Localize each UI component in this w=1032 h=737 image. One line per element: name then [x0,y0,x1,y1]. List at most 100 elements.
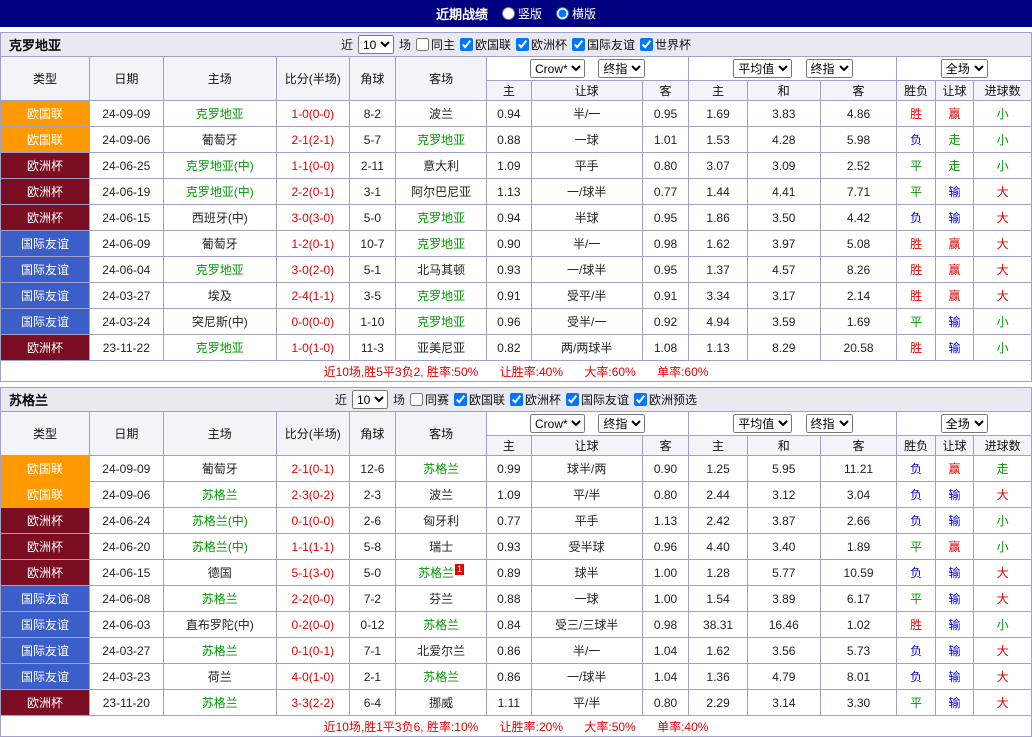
home-team-link[interactable]: 克罗地亚 [162,100,277,127]
away-team-link[interactable]: 苏格兰 [395,611,488,638]
competition-filter[interactable]: 欧国联 [459,36,511,53]
home-team-link[interactable]: 荷兰 [162,663,277,690]
same-home-filter[interactable]: 同主 [415,36,455,53]
home-team-link[interactable]: 克罗地亚 [162,334,277,361]
competition-filter[interactable]: 欧洲杯 [516,36,567,53]
match-count-select[interactable]: 10 [351,390,388,409]
same-competition-checkbox[interactable] [409,393,423,406]
away-team-link[interactable]: 挪威 [395,689,488,716]
home-team-link[interactable]: 葡萄牙 [162,455,277,482]
avg-away-odds: 8.01 [819,663,898,690]
corner-score: 12-6 [348,455,397,482]
away-team-link[interactable]: 苏格兰 [395,663,488,690]
competition-filter-checkbox[interactable] [634,393,648,406]
away-team-link[interactable]: 苏格兰 [395,455,488,482]
away-team-link[interactable]: 克罗地亚 [395,126,488,153]
handicap-line: 平/半 [530,689,643,716]
home-team-link[interactable]: 苏格兰 [162,637,277,664]
match-count-select[interactable]: 10 [357,35,394,54]
odds-final-select[interactable]: 终指 [598,414,646,433]
competition-filter[interactable]: 欧国联 [453,391,505,408]
match-score: 3-0(2-0) [275,256,350,283]
away-team-link[interactable]: 北爱尔兰 [395,637,488,664]
competition-filter[interactable]: 欧洲杯 [510,391,561,408]
vertical-radio[interactable] [501,7,515,20]
home-team-link[interactable]: 突尼斯(中) [162,308,277,335]
avg-select[interactable]: 平均值 [733,59,793,78]
home-team-link[interactable]: 克罗地亚 [162,256,277,283]
home-team-link[interactable]: 葡萄牙 [162,230,277,257]
competition-type: 欧洲杯 [0,152,90,179]
match-date: 24-06-15 [88,559,164,586]
result: 负 [896,663,936,690]
match-row: 国际友谊 24-06-08 苏格兰 2-2(0-0) 7-2 芬兰 0.88 一球 1.00 1.… [0,585,1032,612]
match-score: 1-0(0-0) [275,100,350,127]
match-row: 国际友谊 24-03-27 埃及 2-4(1-1) 3-5 克罗地亚 0.91 受平/半 0.9… [0,282,1032,309]
handicap-line: 半/一 [530,100,643,127]
competition-filter[interactable]: 国际友谊 [566,391,629,408]
home-team-link[interactable]: 葡萄牙 [162,126,277,153]
away-team-link[interactable]: 阿尔巴尼亚 [395,178,488,205]
home-team-link[interactable]: 苏格兰(中) [162,533,277,560]
competition-filter[interactable]: 国际友谊 [572,36,635,53]
scope-select[interactable]: 全场 [940,414,988,433]
summary-row: 近10场,胜1平3负6, 胜率:10% 让胜率:20% 大率:50% 单率:40… [0,715,1032,737]
competition-filter[interactable]: 欧洲预选 [634,391,697,408]
home-team-link[interactable]: 苏格兰(中) [162,507,277,534]
home-team-link[interactable]: 西班牙(中) [162,204,277,231]
layout-radio-horizontal[interactable]: 横版 [556,5,596,22]
odds-provider-select[interactable]: Crow* [530,414,586,433]
scope-select[interactable]: 全场 [940,59,988,78]
avg-final-select[interactable]: 终指 [805,414,853,433]
layout-radio-vertical[interactable]: 竖版 [501,5,542,22]
competition-filter[interactable]: 世界杯 [640,36,691,53]
competition-filter-checkbox[interactable] [572,38,586,51]
competition-filter-checkbox[interactable] [459,38,473,51]
odds-provider-select[interactable]: Crow* [530,59,586,78]
odds-away: 1.04 [641,663,690,690]
horizontal-radio[interactable] [556,7,569,20]
competition-filter-checkbox[interactable] [640,38,654,51]
same-home-checkbox[interactable] [415,38,429,51]
competition-type: 国际友谊 [0,663,90,690]
home-team-link[interactable]: 埃及 [162,282,277,309]
avg-final-select[interactable]: 终指 [805,59,853,78]
competition-filter-checkbox[interactable] [566,393,580,406]
away-team-link[interactable]: 北马其顿 [395,256,488,283]
competition-filter-checkbox[interactable] [453,393,467,406]
home-team-link[interactable]: 克罗地亚(中) [162,152,277,179]
avg-select[interactable]: 平均值 [733,414,793,433]
away-team-link[interactable]: 亚美尼亚 [395,334,488,361]
competition-type: 欧洲杯 [0,204,90,231]
match-row: 国际友谊 24-03-27 苏格兰 0-1(0-1) 7-1 北爱尔兰 0.86 半/一 1.0… [0,637,1032,664]
away-team-link[interactable]: 波兰 [395,100,488,127]
home-team-link[interactable]: 苏格兰 [162,585,277,612]
away-team-link[interactable]: 瑞士 [395,533,488,560]
home-team-link[interactable]: 苏格兰 [162,481,277,508]
same-competition-filter[interactable]: 同赛 [409,391,449,408]
odds-final-select[interactable]: 终指 [598,59,646,78]
away-team-link[interactable]: 芬兰 [395,585,488,612]
avg-draw-odds: 3.87 [746,507,821,534]
away-team-link[interactable]: 克罗地亚 [395,282,488,309]
odds-select-group: Crow* 终指 [486,56,690,81]
competition-filter-checkbox[interactable] [516,38,529,51]
away-team-link[interactable]: 意大利 [395,152,488,179]
corner-score: 10-7 [348,230,397,257]
handicap-result: 输 [934,585,975,612]
avg-home-odds: 3.07 [688,152,748,179]
home-team-link[interactable]: 苏格兰 [162,689,277,716]
away-team-link[interactable]: 克罗地亚 [395,308,488,335]
home-team-link[interactable]: 克罗地亚(中) [162,178,277,205]
avg-home-odds: 2.44 [688,481,748,508]
away-team-link[interactable]: 匈牙利 [395,507,488,534]
away-team-link[interactable]: 苏格兰 1 [395,559,488,586]
page-title: 近期战绩 [435,7,488,22]
home-team-link[interactable]: 德国 [162,559,277,586]
away-team-link[interactable]: 波兰 [395,481,488,508]
away-team-link[interactable]: 克罗地亚 [395,230,488,257]
home-team-link[interactable]: 直布罗陀(中) [162,611,277,638]
away-team-link[interactable]: 克罗地亚 [395,204,488,231]
competition-filter-checkbox[interactable] [510,393,523,406]
match-date: 23-11-20 [88,689,164,716]
